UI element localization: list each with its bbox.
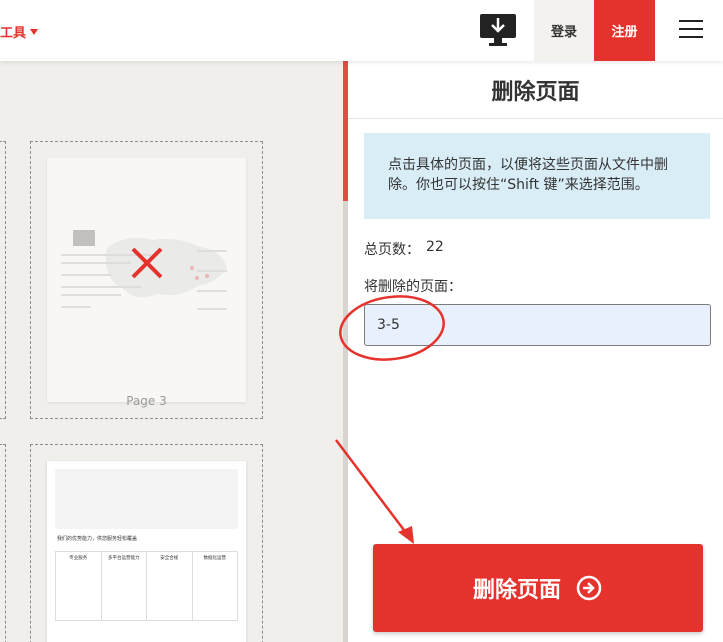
page-thumbnail-3[interactable]: Page 3: [30, 141, 263, 419]
chevron-down-icon: [30, 29, 39, 35]
desktop-download-button[interactable]: [478, 12, 518, 48]
page-preview: 我们的优势能力，供您服务轻松覆盖 专业服务 多平台运营能力 安全合规 数据化运营: [47, 461, 246, 642]
table-column-header: 安全合规: [147, 552, 193, 620]
hamburger-menu-icon[interactable]: [679, 20, 703, 40]
table-column-header: 数据化运营: [203, 556, 227, 561]
page-thumbnail[interactable]: [0, 444, 6, 642]
page-number-label: Page 3: [126, 394, 167, 408]
total-pages: 总页数： 22: [364, 239, 444, 259]
delete-pages-panel: 删除页面 点击具体的页面，以便将这些页面从文件中删除。你也可以按住“Shift …: [348, 61, 723, 642]
delete-pages-button[interactable]: 删除页面: [373, 544, 703, 632]
table-column-header: 专业服务: [56, 552, 102, 620]
delete-mark-icon[interactable]: [129, 245, 165, 281]
page-thumbnail-4[interactable]: 我们的优势能力，供您服务轻松覆盖 专业服务 多平台运营能力 安全合规 数据化运营: [30, 444, 263, 642]
total-pages-value: 22: [426, 239, 444, 255]
tools-menu-label: 工具: [0, 25, 27, 41]
tools-menu[interactable]: 工具: [0, 21, 39, 41]
page-heading: 我们的优势能力，供您服务轻松覆盖: [57, 536, 138, 542]
page-thumbnails-area: Page 3 我们的优势能力，供您服务轻松覆盖 专业服务 多平台运营能力 安全合…: [0, 61, 343, 642]
arrow-circle-right-icon: [576, 575, 602, 601]
delete-button-label: 删除页面: [472, 578, 561, 603]
page-thumbnail[interactable]: [0, 141, 6, 419]
login-button[interactable]: 登录: [534, 0, 594, 61]
signup-button[interactable]: 注册: [594, 0, 655, 61]
pages-to-delete-input[interactable]: [364, 304, 711, 346]
info-message: 点击具体的页面，以便将这些页面从文件中删除。你也可以按住“Shift 键”来选择…: [364, 133, 710, 219]
pages-to-delete-label: 将删除的页面：: [364, 279, 462, 295]
desktop-download-icon: [480, 14, 516, 46]
panel-title: 删除页面: [348, 61, 723, 119]
top-navigation-bar: 工具 登录 注册: [0, 0, 723, 61]
table-column-header: 多平台运营能力: [102, 552, 147, 620]
total-pages-label: 总页数：: [364, 242, 420, 258]
